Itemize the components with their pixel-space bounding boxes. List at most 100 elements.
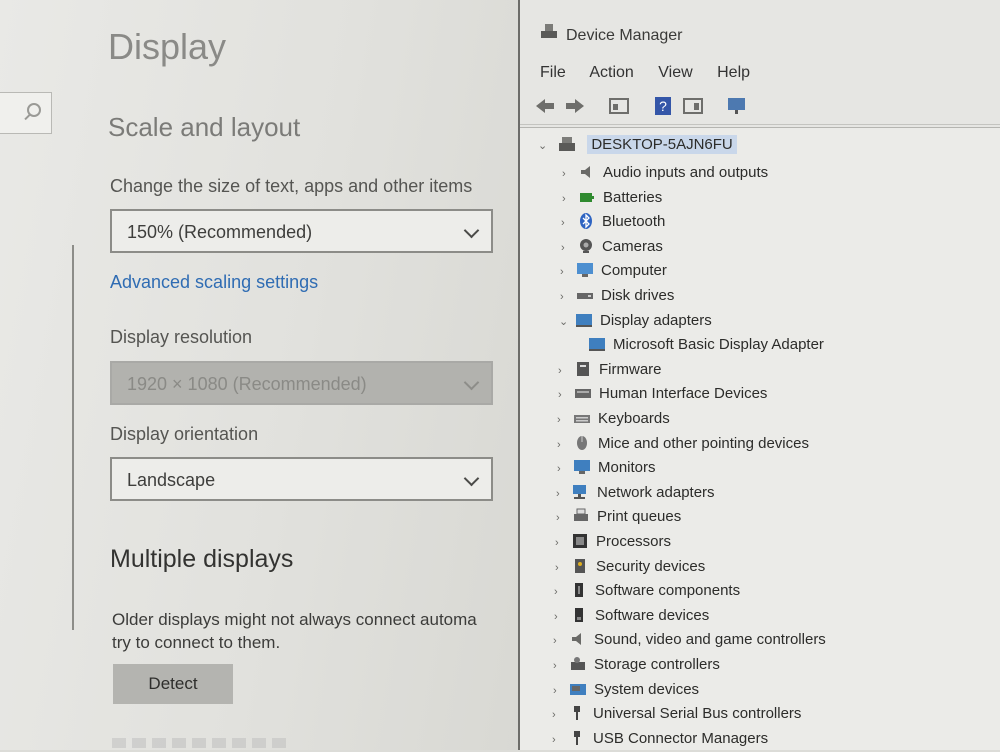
svg-text:?: ? — [659, 98, 667, 114]
advanced-scaling-link[interactable]: Advanced scaling settings — [110, 272, 318, 293]
tree-category[interactable]: › Batteries — [562, 189, 662, 211]
system-icon — [570, 684, 586, 695]
tree-category[interactable]: › Firmware — [558, 361, 662, 383]
tree-item-label: Processors — [596, 533, 672, 550]
sound-icon — [572, 633, 581, 645]
tree-category[interactable]: › Security devices — [555, 558, 705, 580]
tree-category[interactable]: › Universal Serial Bus controllers — [552, 705, 801, 727]
chevron-right-icon[interactable]: › — [557, 414, 573, 426]
display-adapter-icon — [576, 314, 592, 327]
tree-category[interactable]: › Bluetooth — [561, 213, 665, 235]
computer-icon — [577, 263, 593, 277]
chevron-right-icon[interactable]: › — [554, 611, 570, 623]
tree-category[interactable]: › Software devices — [554, 607, 709, 629]
tree-item-label: Monitors — [598, 459, 656, 476]
tree-category[interactable]: › Audio inputs and outputs — [562, 164, 768, 186]
hid-icon — [575, 389, 591, 398]
tree-item-label: Storage controllers — [594, 656, 720, 673]
tree-item-label: Mice and other pointing devices — [598, 435, 809, 452]
menu-file[interactable]: File — [540, 64, 566, 81]
chevron-right-icon[interactable]: › — [555, 537, 571, 549]
chevron-right-icon[interactable]: › — [553, 685, 569, 697]
bluetooth-icon — [580, 213, 592, 229]
forward-arrow-icon[interactable] — [564, 96, 586, 116]
chevron-right-icon[interactable]: › — [557, 439, 573, 451]
usb-icon — [574, 731, 580, 745]
chevron-down-icon[interactable]: ⌄ — [559, 315, 575, 328]
tree-category[interactable]: › Computer — [560, 262, 667, 284]
scale-dropdown[interactable]: 150% (Recommended) — [110, 209, 493, 253]
tree-item-label: Software devices — [595, 607, 710, 624]
chevron-right-icon[interactable]: › — [553, 660, 569, 672]
menu-help[interactable]: Help — [717, 64, 750, 81]
chevron-right-icon[interactable]: › — [561, 242, 577, 254]
scan-hardware-icon[interactable] — [726, 96, 748, 116]
update-driver-icon[interactable] — [682, 96, 704, 116]
chevron-right-icon[interactable]: › — [562, 193, 578, 205]
tree-category[interactable]: › Mice and other pointing devices — [557, 435, 809, 457]
chevron-right-icon[interactable]: › — [557, 463, 573, 475]
page-title: Display — [108, 26, 227, 67]
chevron-right-icon[interactable]: › — [562, 168, 578, 180]
section-scale-heading: Scale and layout — [108, 112, 301, 142]
scale-value: 150% (Recommended) — [127, 222, 313, 242]
orientation-value: Landscape — [127, 470, 216, 490]
computer-root-icon — [559, 137, 576, 151]
tree-item-label: Human Interface Devices — [599, 385, 768, 402]
chevron-right-icon[interactable]: › — [552, 709, 568, 721]
section-multiple-heading: Multiple displays — [110, 545, 294, 573]
detect-button[interactable]: Detect — [113, 664, 233, 704]
back-arrow-icon[interactable] — [534, 96, 556, 116]
chevron-right-icon[interactable]: › — [556, 512, 572, 524]
tree-category[interactable]: › Storage controllers — [553, 656, 720, 678]
tree-item-label: Keyboards — [598, 410, 670, 427]
security-icon — [575, 559, 585, 573]
chevron-right-icon[interactable]: › — [556, 488, 572, 500]
title-bar[interactable]: Device Manager — [520, 0, 1000, 60]
chevron-right-icon[interactable]: › — [558, 389, 574, 401]
tree-category[interactable]: ⌄ Display adapters — [559, 312, 712, 334]
chevron-right-icon[interactable]: › — [560, 266, 576, 278]
tree-category[interactable]: › Cameras — [561, 238, 663, 260]
tree-category[interactable]: › Disk drives — [560, 287, 674, 309]
chevron-right-icon[interactable]: › — [552, 734, 568, 746]
tree-category[interactable]: › Human Interface Devices — [558, 385, 767, 407]
resolution-dropdown: 1920 × 1080 (Recommended) — [110, 361, 493, 405]
tree-item-label: Display adapters — [600, 312, 712, 329]
tree-category[interactable]: › Monitors — [557, 459, 656, 481]
chevron-down-icon[interactable]: ⌄ — [538, 139, 554, 152]
tree-category[interactable]: › Software components — [554, 582, 740, 604]
speaker-icon — [581, 166, 590, 178]
chevron-right-icon[interactable]: › — [555, 562, 571, 574]
chevron-down-icon — [463, 470, 480, 487]
tree-category[interactable]: › Sound, video and game controllers — [553, 631, 826, 653]
chevron-down-icon — [463, 222, 480, 239]
properties-icon[interactable] — [608, 96, 630, 116]
storage-icon — [571, 657, 585, 670]
tree-category[interactable]: › Network adapters — [556, 484, 715, 506]
chevron-right-icon[interactable]: › — [561, 217, 577, 229]
chevron-right-icon[interactable]: › — [560, 291, 576, 303]
tree-item-label: USB Connector Managers — [593, 730, 769, 747]
tree-item-label: Sound, video and game controllers — [594, 631, 826, 648]
chevron-right-icon[interactable]: › — [553, 635, 569, 647]
chevron-down-icon — [463, 374, 480, 391]
tree-item-label: Print queues — [597, 508, 682, 525]
tree-item-label: Audio inputs and outputs — [603, 164, 769, 181]
help-icon[interactable]: ? — [652, 96, 674, 116]
search-input[interactable] — [0, 92, 52, 134]
chevron-right-icon[interactable]: › — [558, 365, 574, 377]
orientation-dropdown[interactable]: Landscape — [110, 457, 493, 501]
camera-icon — [580, 239, 592, 253]
tree-category[interactable]: › USB Connector Managers — [552, 730, 768, 752]
chevron-right-icon[interactable]: › — [554, 586, 570, 598]
tree-category[interactable]: › System devices — [553, 681, 699, 703]
tree-category[interactable]: › Keyboards — [557, 410, 670, 432]
menu-action[interactable]: Action — [589, 64, 633, 81]
tree-child-item[interactable]: Microsoft Basic Display Adapter — [588, 336, 824, 358]
resolution-label: Display resolution — [110, 327, 253, 347]
tree-category[interactable]: › Processors — [555, 533, 671, 555]
tree-root[interactable]: ⌄ DESKTOP-5AJN6FU — [538, 135, 737, 158]
tree-category[interactable]: › Print queues — [556, 508, 681, 530]
menu-view[interactable]: View — [658, 64, 692, 81]
